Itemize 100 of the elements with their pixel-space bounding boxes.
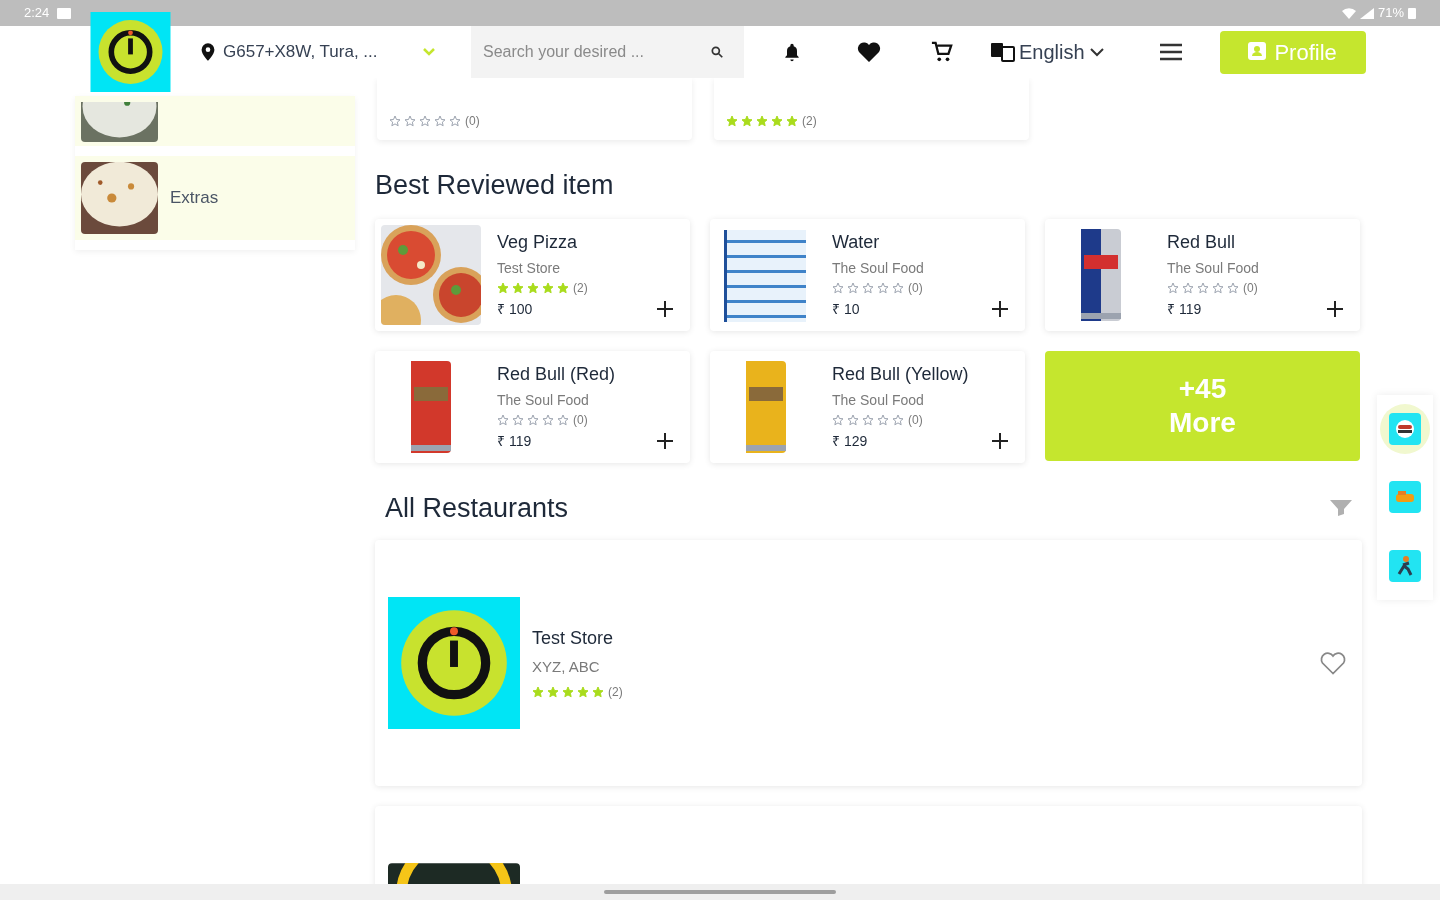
star-icon [726,115,738,127]
store-name: Test Store [497,258,562,278]
wifi-icon [1341,7,1356,19]
category-item[interactable] [75,96,355,146]
product-price: ₹ 129 [832,431,868,451]
cart-icon[interactable] [931,41,953,63]
add-icon[interactable] [656,300,674,318]
product-price: ₹ 100 [497,299,533,319]
rail-item[interactable] [1380,404,1430,455]
star-icon [1182,281,1194,294]
review-count: (0) [465,113,480,130]
star-icon [1197,281,1209,294]
star-icon [832,281,844,294]
image-icon [57,7,72,19]
add-icon[interactable] [991,432,1009,450]
product-card[interactable]: Water The Soul Food (0) ₹ 10 [710,218,1025,331]
review-count: (0) [908,411,923,429]
category-item[interactable]: Extras [75,156,355,240]
location-pin-icon [201,43,215,61]
signal-icon [1359,7,1374,19]
product-card[interactable]: Red Bull The Soul Food (0) ₹ 119 [1045,218,1360,331]
product-card[interactable]: (0) [377,78,692,140]
add-icon[interactable] [1326,300,1344,318]
product-name: Red Bull (Yellow) [832,362,970,386]
star-icon [877,281,889,294]
translate-icon [991,41,1015,63]
review-count: (2) [573,279,588,297]
add-icon[interactable] [656,432,674,450]
search-icon [710,45,724,59]
star-icon [547,685,559,698]
star-icon [562,685,574,698]
star-icon [512,281,524,294]
product-price: ₹ 10 [832,299,860,319]
star-icon [419,115,431,127]
review-count: (0) [1243,279,1258,297]
burger-icon[interactable] [1389,413,1421,446]
search-field[interactable]: Search your desired ... [471,26,744,78]
add-icon[interactable] [991,300,1009,318]
star-icon [557,413,569,426]
language-selector[interactable]: English [991,37,1105,67]
star-icon [832,413,844,426]
star-icon [557,281,569,294]
user-icon [1248,42,1267,62]
food-icon[interactable] [1389,481,1421,514]
product-card[interactable]: Red Bull (Red) The Soul Food (0) ₹ 119 [375,350,690,463]
star-icon [892,413,904,426]
star-icon [532,685,544,698]
chevron-down-icon [422,47,436,57]
menu-icon[interactable] [1159,43,1182,61]
star-icon [756,115,768,127]
battery-level: 71% [1377,4,1404,23]
review-count: (2) [608,683,623,701]
restaurant-address: XYZ, ABC [532,657,601,678]
store-name: The Soul Food [1167,258,1260,278]
star-icon [497,413,509,426]
runner-icon[interactable] [1389,549,1421,582]
star-icon [542,413,554,426]
store-name: The Soul Food [832,258,925,278]
product-name: Water [832,230,881,254]
product-price: ₹ 119 [497,431,532,451]
star-icon [434,115,446,127]
restaurant-card[interactable]: Test Store XYZ, ABC (2) [375,540,1362,786]
star-icon [577,685,589,698]
product-price: ₹ 119 [1167,299,1202,319]
product-card[interactable]: Veg Pizza Test Store (2) ₹ 100 [375,218,690,331]
heart-icon[interactable] [857,41,881,63]
location-selector[interactable]: G657+X8W, Tura, ... [201,39,436,65]
star-icon [892,281,904,294]
battery-icon [1408,7,1416,19]
star-icon [1227,281,1239,294]
product-card[interactable]: (2) [714,78,1029,140]
home-handle[interactable] [604,890,836,894]
star-icon [847,413,859,426]
star-icon [877,413,889,426]
product-name: Red Bull (Red) [497,362,617,386]
star-icon [542,281,554,294]
star-icon [497,281,509,294]
store-name: The Soul Food [832,390,925,410]
star-icon [449,115,461,127]
chevron-down-icon [1088,47,1105,57]
star-icon [592,685,604,698]
store-name: The Soul Food [497,390,590,410]
product-name: Veg Pizza [497,230,579,254]
restaurant-name: Test Store [532,627,615,651]
star-icon [527,413,539,426]
star-icon [1212,281,1224,294]
star-icon [527,281,539,294]
product-name: Red Bull [1167,230,1237,254]
clock-time: 2:24 [24,4,50,23]
section-title: Best Reviewed item [375,169,615,202]
star-icon [389,115,401,127]
section-title: All Restaurants [385,491,569,525]
star-icon [771,115,783,127]
product-card[interactable]: Red Bull (Yellow) The Soul Food (0) ₹ 129 [710,350,1025,463]
review-count: (2) [802,113,817,130]
app-logo[interactable] [90,12,171,92]
star-icon [1167,281,1179,294]
bell-icon[interactable] [782,42,802,62]
star-icon [404,115,416,127]
star-icon [847,281,859,294]
